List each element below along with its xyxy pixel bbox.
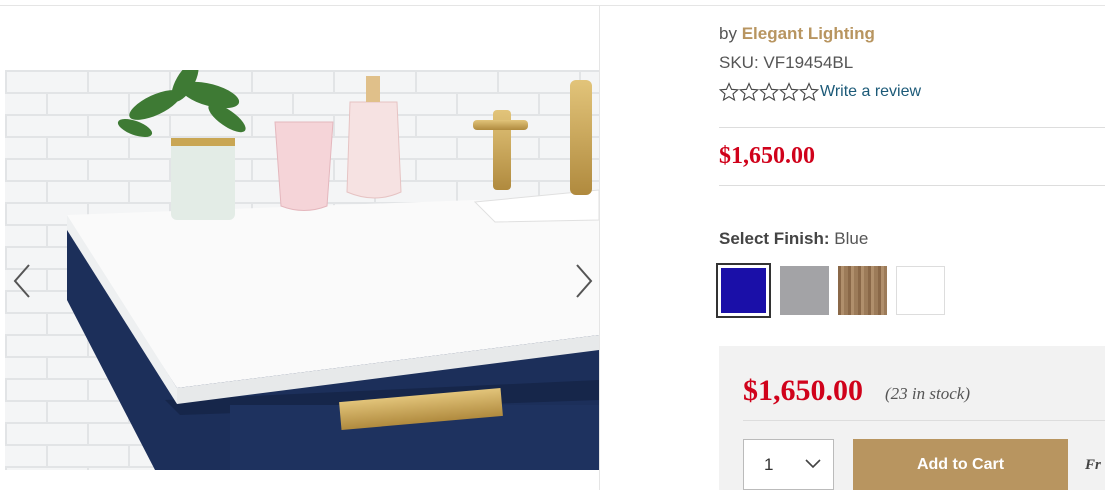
quantity-select[interactable]: 1 [743, 439, 834, 490]
chevron-down-icon [805, 459, 821, 469]
add-to-cart-button[interactable]: Add to Cart [853, 439, 1068, 490]
star-icon[interactable] [799, 82, 819, 102]
star-icon[interactable] [779, 82, 799, 102]
divider [719, 127, 1105, 128]
quantity-value: 1 [764, 455, 774, 474]
product-info: by Elegant Lighting SKU: VF19454BL Write… [716, 0, 1105, 490]
brand-link[interactable]: Elegant Lighting [742, 24, 875, 43]
chevron-right-icon [576, 264, 593, 298]
cart-price: $1,650.00 [743, 374, 863, 407]
finish-selected-value: Blue [834, 229, 869, 248]
finish-swatch[interactable] [896, 266, 945, 315]
product-image[interactable] [5, 70, 599, 470]
finish-label-title: Select Finish: [719, 229, 830, 248]
swatch-color [896, 266, 945, 315]
chevron-left-icon [13, 264, 30, 298]
divider [719, 185, 1105, 186]
write-review-link[interactable]: Write a review [820, 83, 921, 101]
stock-status: (23 in stock) [885, 384, 970, 403]
next-image-button[interactable] [571, 261, 595, 301]
product-price: $1,650.00 [719, 143, 815, 169]
add-to-cart-panel: $1,650.00 (23 in stock) 1 Add to Cart Fr [719, 346, 1105, 490]
finish-swatch[interactable] [780, 266, 829, 315]
finish-swatch[interactable] [716, 263, 771, 318]
finish-swatch[interactable] [838, 266, 887, 315]
star-rating[interactable] [719, 82, 819, 102]
rating: Write a review [719, 82, 921, 102]
product-gallery [5, 6, 600, 490]
star-icon[interactable] [719, 82, 739, 102]
swatch-color [780, 266, 829, 315]
star-icon[interactable] [739, 82, 759, 102]
star-icon[interactable] [759, 82, 779, 102]
swatch-color [721, 268, 766, 313]
prev-image-button[interactable] [11, 261, 35, 301]
brand-line: by Elegant Lighting [719, 24, 875, 44]
swatch-color [838, 266, 887, 315]
brand-prefix: by [719, 24, 737, 43]
divider [743, 420, 1105, 421]
sku: SKU: VF19454BL [719, 53, 854, 72]
finish-swatches [716, 263, 945, 318]
shipping-note: Fr [1085, 457, 1101, 473]
finish-label: Select Finish: Blue [719, 229, 868, 249]
